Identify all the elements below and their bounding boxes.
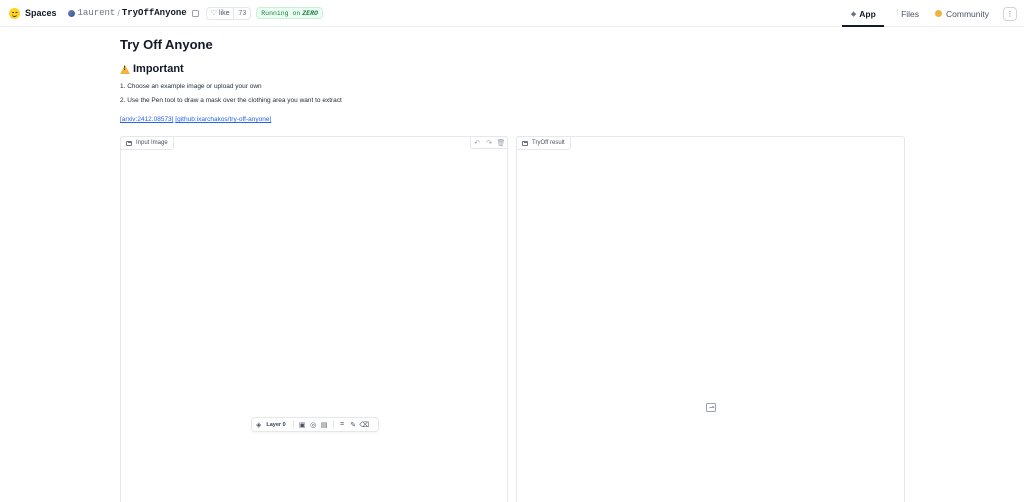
- space-name-link[interactable]: TryOffAnyone: [122, 8, 187, 18]
- breadcrumb: 1aurent / TryOffAnyone: [67, 8, 199, 18]
- like-label: like: [218, 9, 230, 17]
- github-link[interactable]: [github:ixarchakos/try-off-anyone]: [175, 116, 271, 123]
- like-label-group: ♡ like: [207, 10, 234, 17]
- input-image-label-tab: Input Image: [121, 137, 174, 150]
- brand-name: Spaces: [25, 8, 57, 18]
- tryoff-result-label: TryOff result: [532, 140, 565, 146]
- status-hardware: ZERO: [302, 9, 318, 17]
- status-prefix: Running on: [261, 9, 301, 17]
- reference-links: [arxiv:2412.08573] [github:ixarchakos/tr…: [120, 116, 271, 123]
- editor-history-tools: ↶ ↷ 🗑: [470, 137, 507, 149]
- crop-icon[interactable]: ⌗: [337, 418, 348, 431]
- webcam-icon[interactable]: ◎: [308, 418, 319, 431]
- tryoff-result-panel: TryOff result: [516, 136, 905, 502]
- tryoff-result-label-tab: TryOff result: [517, 137, 571, 150]
- image-icon: [126, 140, 132, 146]
- warning-icon: [120, 64, 130, 74]
- tab-app-label: App: [859, 8, 876, 19]
- tab-files-label: Files: [901, 8, 920, 19]
- trash-icon[interactable]: 🗑: [495, 137, 507, 149]
- top-navigation-bar: Spaces 1aurent / TryOffAnyone ♡ like 73 …: [0, 0, 1024, 27]
- breadcrumb-separator: /: [117, 8, 120, 18]
- heart-icon: ♡: [210, 9, 217, 17]
- clipboard-icon[interactable]: ▤: [319, 418, 330, 431]
- image-icon: [522, 140, 528, 146]
- redo-icon[interactable]: ↷: [483, 137, 495, 149]
- layer-selector[interactable]: ◈ Layer 0: [252, 418, 290, 431]
- tab-community[interactable]: Community: [927, 0, 997, 27]
- tab-community-label: Community: [946, 8, 989, 19]
- page-title: Try Off Anyone: [120, 37, 213, 52]
- owner-link[interactable]: 1aurent: [78, 8, 116, 18]
- input-image-label: Input Image: [136, 140, 168, 146]
- more-options-button[interactable]: ⋮: [1003, 6, 1017, 21]
- image-editor-toolbar: ◈ Layer 0 ▣ ◎ ▤ ⌗ ✎ ⌫: [251, 417, 379, 432]
- copy-icon[interactable]: [191, 9, 199, 17]
- space-tabs: ◆ App ⫶ Files Community ⋮: [842, 0, 1024, 27]
- arxiv-link[interactable]: [arxiv:2412.08573]: [120, 116, 173, 123]
- files-icon: ⫶: [896, 9, 899, 17]
- spaces-home-link[interactable]: Spaces: [9, 7, 57, 19]
- instruction-step-1: 1. Choose an example image or upload you…: [120, 83, 262, 90]
- instruction-step-2: 2. Use the Pen tool to draw a mask over …: [120, 97, 342, 104]
- like-count[interactable]: 73: [233, 7, 250, 19]
- upload-image-icon[interactable]: ▣: [297, 418, 308, 431]
- empty-image-placeholder-icon: [706, 403, 716, 412]
- layers-icon: ◈: [256, 421, 262, 429]
- community-icon: [935, 10, 943, 17]
- tab-files[interactable]: ⫶ Files: [888, 0, 927, 27]
- brush-icon[interactable]: ✎: [348, 418, 359, 431]
- app-icon: ◆: [850, 10, 857, 18]
- undo-icon[interactable]: ↶: [471, 137, 483, 149]
- tab-app[interactable]: ◆ App: [842, 0, 885, 27]
- toolbar-divider: [292, 420, 294, 429]
- important-heading-text: Important: [133, 63, 184, 75]
- like-button[interactable]: ♡ like 73: [205, 6, 252, 20]
- eraser-icon[interactable]: ⌫: [359, 418, 370, 431]
- owner-avatar[interactable]: [67, 9, 75, 17]
- important-heading: Important: [120, 63, 184, 75]
- input-image-panel[interactable]: Input Image ↶ ↷ 🗑 ◈ Layer 0 ▣ ◎ ▤ ⌗ ✎ ⌫: [120, 136, 508, 502]
- status-badge: Running on ZERO: [256, 7, 323, 19]
- hugging-face-logo-icon: [9, 7, 20, 19]
- layer-label: Layer 0: [266, 421, 286, 428]
- toolbar-divider: [332, 420, 334, 429]
